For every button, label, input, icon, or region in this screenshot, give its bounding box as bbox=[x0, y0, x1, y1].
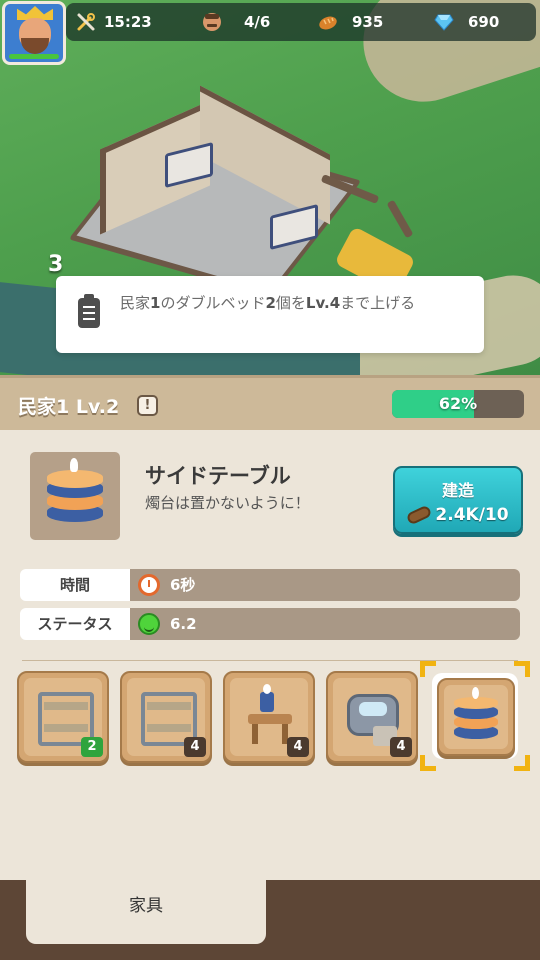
diamond-icon bbox=[434, 14, 454, 31]
build-cost: 2.4K/10 bbox=[435, 505, 509, 525]
side-table-thumbnail bbox=[30, 452, 120, 540]
resident-counter[interactable]: 4/6 bbox=[202, 12, 270, 32]
quest-objective-card[interactable]: 民家1のダブルベッド2個をLv.4まで上げる bbox=[56, 276, 484, 353]
furniture-slot-stone-basin[interactable]: 4 bbox=[326, 671, 418, 763]
progress-label: 62% bbox=[438, 394, 478, 413]
smiley-icon bbox=[138, 613, 160, 635]
furniture-slot-side-desk[interactable]: 4 bbox=[223, 671, 315, 763]
clipboard-icon bbox=[78, 294, 100, 328]
stat-key: ステータス bbox=[20, 608, 130, 640]
stat-value: 6秒 bbox=[170, 576, 196, 594]
furniture-slot-bunk-bed[interactable]: 2 bbox=[17, 671, 109, 763]
slot-count: 4 bbox=[287, 737, 309, 757]
candle-icon bbox=[70, 458, 78, 472]
time-value: 15:23 bbox=[104, 13, 152, 31]
build-button-label: 建造 bbox=[441, 481, 474, 500]
resident-face-icon bbox=[203, 13, 221, 31]
furniture-panel: サイドテーブル 燭台は置かないように！ 建造 2.4K/10 時間 6秒 ステー… bbox=[0, 430, 540, 880]
gem-value: 690 bbox=[468, 13, 500, 31]
furniture-slot-bunk-bed[interactable]: 4 bbox=[120, 671, 212, 763]
resident-value: 4/6 bbox=[244, 13, 271, 31]
stat-key: 時間 bbox=[20, 569, 130, 601]
slot-count: 2 bbox=[81, 737, 103, 757]
clock-icon bbox=[138, 574, 160, 596]
building-title: 民家1 Lv.2 bbox=[18, 396, 120, 418]
item-name: サイドテーブル bbox=[145, 464, 291, 488]
top-resource-bar: 15:23 4/6 935 690 bbox=[66, 3, 536, 41]
bread-icon bbox=[319, 16, 337, 30]
gem-counter[interactable]: 690 bbox=[434, 12, 499, 32]
slot-count: 4 bbox=[184, 737, 206, 757]
quest-number: 3 bbox=[48, 252, 64, 277]
time-counter[interactable]: 15:23 bbox=[76, 12, 152, 32]
info-icon[interactable]: ! bbox=[137, 395, 158, 416]
stat-value: 6.2 bbox=[170, 615, 197, 633]
quest-text: 民家1のダブルベッド2個をLv.4まで上げる bbox=[120, 294, 416, 312]
building-panel-header: 民家1 Lv.2 ! 62% bbox=[0, 375, 540, 430]
stat-row-status: ステータス 6.2 bbox=[20, 608, 520, 640]
stat-row-time: 時間 6秒 bbox=[20, 569, 520, 601]
slot-count: 4 bbox=[390, 737, 412, 757]
bread-counter[interactable]: 935 bbox=[318, 12, 383, 32]
item-description: 燭台は置かないように！ bbox=[145, 494, 310, 512]
desk-icon bbox=[248, 714, 292, 724]
tab-furniture[interactable]: 家具 bbox=[26, 874, 266, 944]
furniture-slot-side-table[interactable] bbox=[437, 678, 515, 756]
player-avatar[interactable] bbox=[2, 1, 66, 65]
building-progress-bar: 62% bbox=[392, 390, 524, 418]
fence bbox=[386, 199, 414, 239]
wood-log-icon bbox=[406, 504, 433, 526]
tools-icon bbox=[77, 13, 95, 31]
bread-value: 935 bbox=[352, 13, 384, 31]
build-button[interactable]: 建造 2.4K/10 bbox=[393, 466, 523, 534]
avatar-health-bar bbox=[9, 54, 59, 59]
bottom-tab-bar: 家具 bbox=[0, 874, 540, 960]
